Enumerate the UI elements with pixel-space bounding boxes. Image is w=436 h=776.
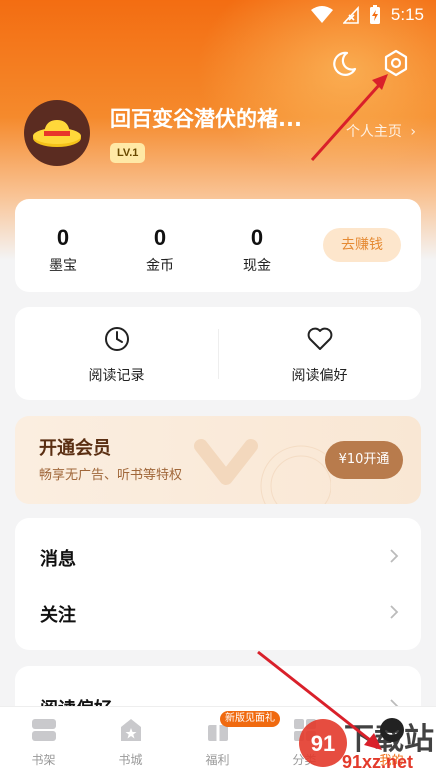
- asset-label: 现金: [243, 258, 271, 274]
- bookstore-icon: [120, 719, 141, 741]
- svg-text:91: 91: [311, 731, 335, 756]
- settings-button[interactable]: [380, 47, 412, 79]
- reading-preference-button[interactable]: 阅读偏好: [218, 325, 421, 385]
- chevron-right-icon: [390, 605, 399, 619]
- battery-charging-icon: [369, 5, 380, 24]
- tab-bookstore[interactable]: 书城: [87, 717, 174, 768]
- menu-item-following[interactable]: 关注: [15, 584, 421, 640]
- assets-card: 0 墨宝 0 金币 0 现金 去赚钱: [15, 199, 421, 292]
- tab-label: 书城: [118, 753, 143, 767]
- level-badge: LV.1: [110, 143, 146, 163]
- chevron-right-icon: ›: [410, 124, 416, 140]
- moon-icon: [333, 51, 357, 76]
- profile-page-link[interactable]: 个人主页 ›: [346, 121, 416, 141]
- menu-item-messages[interactable]: 消息: [15, 528, 421, 584]
- site-watermark: 91 下载站 91xz.net: [296, 712, 436, 775]
- night-mode-button[interactable]: [328, 48, 360, 80]
- earn-money-button[interactable]: 去赚钱: [323, 228, 401, 262]
- status-time: 5:15: [390, 5, 424, 24]
- reading-history-button[interactable]: 阅读记录: [15, 325, 218, 385]
- vip-decoration-icon: [194, 439, 331, 504]
- vip-subtitle: 畅享无广告、听书等特权: [39, 468, 183, 483]
- straw-hat-avatar-icon: [33, 120, 81, 147]
- heart-icon: [307, 327, 332, 350]
- asset-value: 0: [153, 225, 167, 250]
- username[interactable]: 回百变谷潜伏的褚...: [110, 103, 302, 133]
- asset-label: 金币: [146, 258, 174, 274]
- quick-action-label: 阅读记录: [88, 368, 145, 384]
- vip-subscribe-button[interactable]: ¥10开通: [325, 441, 403, 479]
- vip-title: 开通会员: [39, 438, 111, 459]
- quick-actions-card: 阅读记录 阅读偏好: [15, 307, 421, 400]
- tab-label: 书架: [31, 753, 56, 767]
- status-bar: 5:15: [0, 0, 436, 32]
- asset-value: 0: [56, 225, 70, 250]
- promo-badge: 新版见面礼: [220, 711, 280, 727]
- vip-card[interactable]: 开通会员 畅享无广告、听书等特权 ¥10开通: [15, 416, 421, 504]
- menu-item-label: 关注: [40, 605, 76, 626]
- asset-cash[interactable]: 0 现金: [212, 225, 302, 275]
- clock-icon: [104, 327, 129, 351]
- asset-label: 墨宝: [49, 258, 77, 274]
- asset-value: 0: [250, 225, 264, 250]
- avatar[interactable]: [24, 100, 90, 166]
- signal-off-icon: [342, 6, 359, 24]
- asset-mobao[interactable]: 0 墨宝: [18, 225, 108, 275]
- wifi-icon: [310, 6, 333, 23]
- tab-bookshelf[interactable]: 书架: [0, 717, 87, 768]
- asset-coins[interactable]: 0 金币: [115, 225, 205, 275]
- menu-card: 消息 关注: [15, 518, 421, 650]
- watermark-url: 91xz.net: [342, 752, 414, 772]
- chevron-right-icon: [390, 549, 399, 563]
- settings-gear-icon: [384, 49, 408, 77]
- tab-label: 福利: [205, 753, 230, 767]
- bookshelf-icon: [31, 719, 56, 741]
- menu-item-label: 消息: [40, 549, 76, 570]
- profile-page-label: 个人主页: [345, 124, 402, 140]
- quick-action-label: 阅读偏好: [291, 368, 348, 384]
